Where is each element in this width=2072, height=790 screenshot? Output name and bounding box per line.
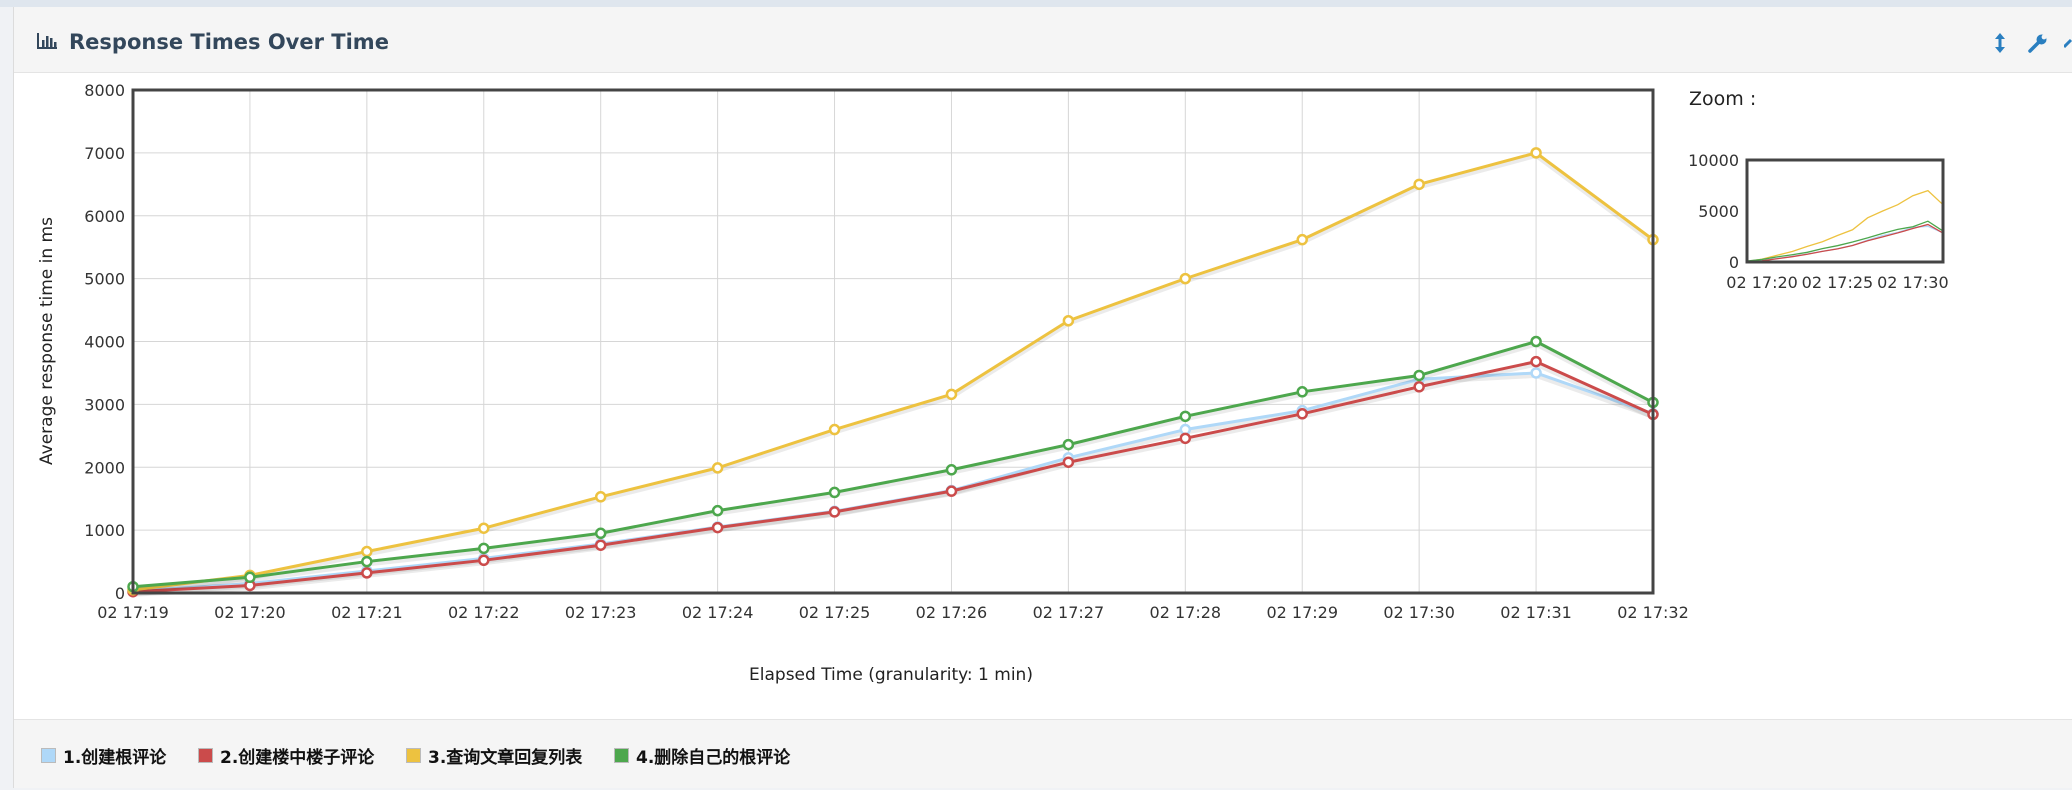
- x-tick-label: 02 17:19: [97, 603, 169, 622]
- legend-label-1: 1.创建根评论: [63, 747, 167, 768]
- wrench-icon[interactable]: [2028, 33, 2048, 53]
- x-tick-labels: 02 17:19 02 17:20 02 17:21 02 17:22 02 17:23…: [97, 603, 1689, 622]
- bar-chart-icon: [37, 33, 57, 49]
- data-point: [1530, 367, 1542, 379]
- x-tick-label: 02 17:24: [682, 603, 754, 622]
- grid-lines: [132, 89, 1654, 594]
- vertical-resize-icon[interactable]: [1993, 33, 2007, 53]
- data-point: [945, 485, 958, 497]
- legend-swatch-3: [406, 747, 421, 763]
- data-point: [1530, 147, 1542, 159]
- data-point: [478, 542, 490, 555]
- zoom-overview: 10000 5000 002 17:20 02 17:25 02 17:30: [1688, 151, 1949, 292]
- response-times-chart[interactable]: 0 1000 2000 3000 4000 5000 6000 7000 8000 02 17:…: [14, 73, 2072, 713]
- y-tick-label: 2000: [84, 458, 125, 477]
- data-point: [1062, 438, 1075, 451]
- y-tick-label: 0: [115, 584, 125, 603]
- data-point: [361, 545, 373, 558]
- x-tick-label: 02 17:26: [916, 603, 988, 622]
- x-tick-label: 02 17:21: [331, 603, 403, 622]
- x-tick-label: 02 17:22: [448, 603, 520, 622]
- y-tick-label: 1000: [84, 521, 125, 540]
- x-axis-label: Elapsed Time (granularity: 1 min): [749, 665, 1033, 685]
- panel-title: Response Times Over Time: [69, 30, 389, 54]
- legend-swatch-4: [614, 747, 629, 763]
- legend-swatch-2: [198, 747, 213, 763]
- data-point: [244, 571, 256, 584]
- data-point: [478, 522, 490, 534]
- data-point: [361, 567, 373, 579]
- y-tick-label: 8000: [84, 81, 125, 100]
- data-point: [1062, 315, 1075, 327]
- legend: 1.创建根评论 2.创建楼中楼子评论 3.查询文章回复列表 4.删除自己的根评论: [14, 719, 2072, 788]
- panel-header[interactable]: Response Times Over Time: [14, 7, 2072, 73]
- zoom-series-2: [1746, 223, 1944, 263]
- legend-item-3[interactable]: 3.查询文章回复列表: [406, 744, 583, 768]
- data-point: [945, 464, 958, 476]
- y-axis-label: Average response time in ms: [37, 217, 57, 465]
- data-point: [711, 462, 724, 474]
- legend-swatch-1: [41, 747, 56, 763]
- y-tick-label: 6000: [84, 207, 125, 226]
- x-tick-label: 02 17:25: [799, 603, 871, 622]
- chart-area: 0 1000 2000 3000 4000 5000 6000 7000 8000 02 17:…: [14, 73, 2072, 713]
- data-point: [1179, 272, 1192, 285]
- data-point: [1296, 233, 1308, 246]
- x-tick-label: 02 17:30: [1383, 603, 1455, 622]
- data-point: [594, 527, 607, 540]
- y-tick-label: 5000: [84, 270, 125, 289]
- x-tick-label: 02 17:23: [565, 603, 637, 622]
- zoom-y-tick-label: 0: [1729, 253, 1739, 272]
- data-point: [361, 555, 373, 568]
- chart-panel: Response Times Over Time 0 1000 2000 3000 40…: [13, 7, 2072, 788]
- legend-label-3: 3.查询文章回复列表: [428, 747, 583, 768]
- data-point: [1413, 369, 1425, 382]
- data-point: [1413, 381, 1425, 393]
- y-tick-label: 4000: [84, 333, 125, 352]
- zoom-x-tick-label: 02 17:20: [1726, 273, 1798, 292]
- data-point: [594, 491, 607, 503]
- data-point: [945, 388, 958, 401]
- y-tick-labels: 0 1000 2000 3000 4000 5000 6000 7000 8000: [84, 81, 125, 603]
- zoom-y-tick-label: 10000: [1688, 151, 1739, 170]
- zoom-x-tick-label: 02 17:30: [1877, 273, 1949, 292]
- y-tick-label: 3000: [84, 395, 125, 414]
- data-point: [1062, 456, 1075, 468]
- collapse-icon[interactable]: [2064, 33, 2072, 53]
- data-point: [711, 521, 724, 534]
- zoom-y-tick-label: 5000: [1698, 202, 1739, 221]
- legend-item-1[interactable]: 1.创建根评论: [41, 744, 167, 768]
- data-point: [1530, 335, 1542, 348]
- legend-label-4: 4.删除自己的根评论: [636, 747, 791, 768]
- data-point: [1530, 355, 1542, 368]
- x-tick-label: 02 17:29: [1266, 603, 1338, 622]
- zoom-x-tick-label: 02 17:25: [1802, 273, 1874, 292]
- legend-label-2: 2.创建楼中楼子评论: [220, 747, 375, 768]
- x-tick-label: 02 17:32: [1617, 603, 1689, 622]
- x-tick-label: 02 17:27: [1033, 603, 1105, 622]
- series-shadow: [132, 361, 1655, 597]
- zoom-label: Zoom :: [1689, 88, 1756, 110]
- data-point: [828, 506, 841, 518]
- legend-item-2[interactable]: 2.创建楼中楼子评论: [198, 744, 375, 768]
- top-strip: [0, 0, 2072, 7]
- data-point: [1413, 178, 1425, 191]
- data-point: [478, 554, 490, 567]
- data-point: [1296, 386, 1308, 398]
- x-tick-label: 02 17:28: [1150, 603, 1222, 622]
- x-tick-label: 02 17:20: [214, 603, 286, 622]
- data-point: [828, 486, 841, 499]
- data-point: [711, 504, 724, 517]
- data-point: [1296, 408, 1308, 420]
- y-tick-label: 7000: [84, 144, 125, 163]
- data-point: [1179, 432, 1192, 445]
- data-point: [1179, 410, 1192, 423]
- data-point: [828, 423, 841, 436]
- data-point: [594, 539, 607, 551]
- x-tick-label: 02 17:31: [1500, 603, 1572, 622]
- series-line-3: [132, 151, 1654, 592]
- legend-item-4[interactable]: 4.删除自己的根评论: [614, 744, 791, 768]
